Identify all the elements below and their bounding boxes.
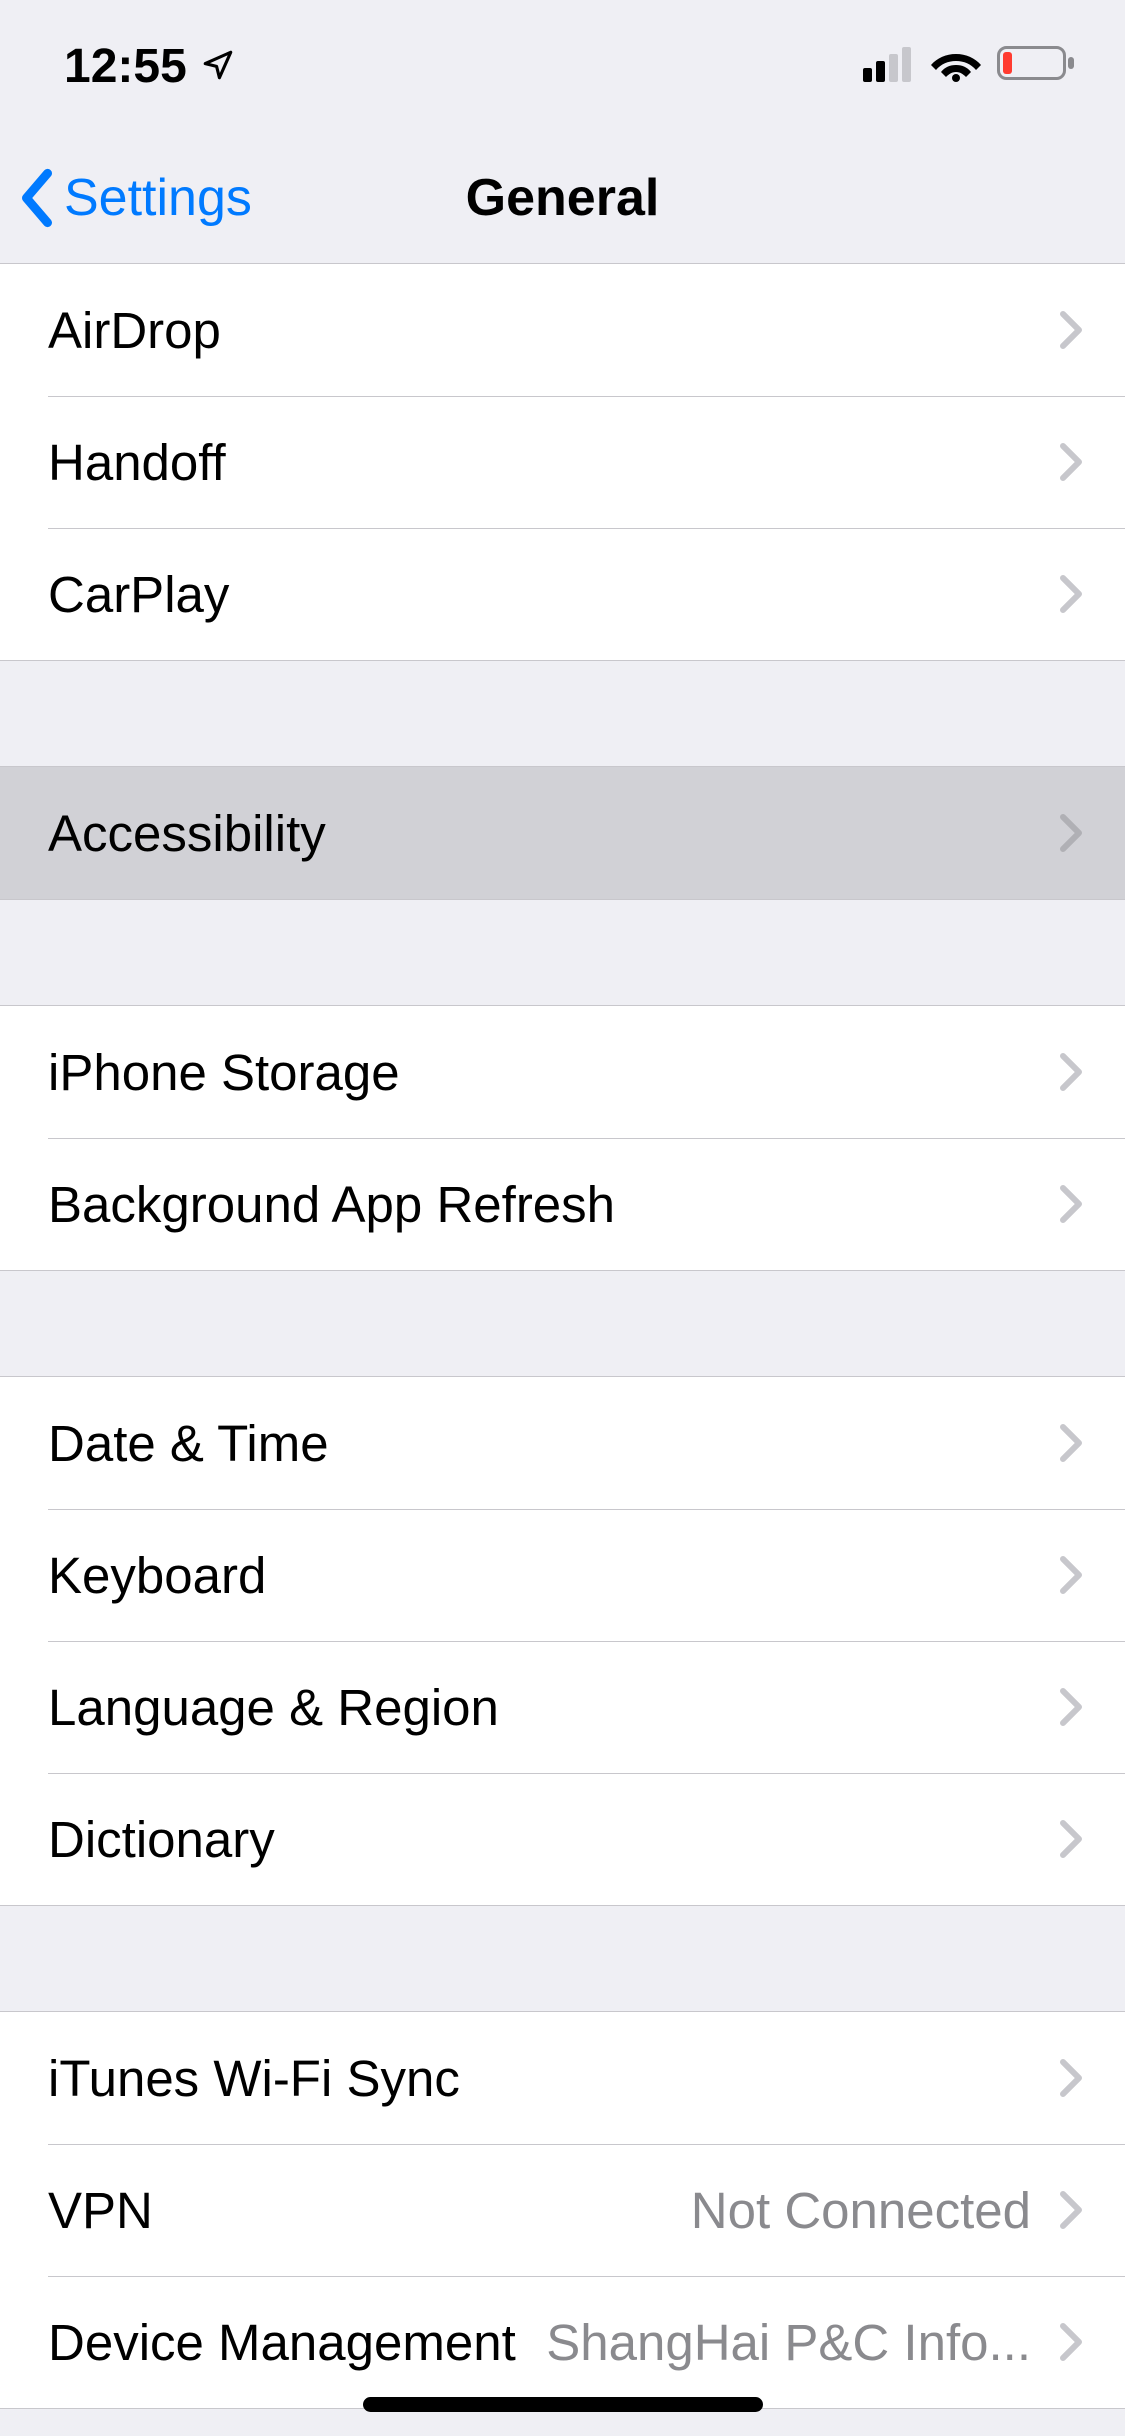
row-label: iPhone Storage: [48, 1043, 400, 1102]
row-label: Keyboard: [48, 1546, 266, 1605]
home-indicator[interactable]: [363, 2397, 763, 2412]
status-right: [863, 39, 1077, 94]
row-label: Dictionary: [48, 1810, 275, 1869]
chevron-right-icon: [1059, 442, 1083, 482]
settings-row-date-time[interactable]: Date & Time: [0, 1377, 1125, 1509]
row-label: AirDrop: [48, 301, 221, 360]
chevron-right-icon: [1059, 1555, 1083, 1595]
row-label: VPN: [48, 2181, 153, 2240]
settings-row-itunes-wifi-sync[interactable]: iTunes Wi-Fi Sync: [0, 2012, 1125, 2144]
settings-row-background-app-refresh[interactable]: Background App Refresh: [0, 1138, 1125, 1270]
row-label: iTunes Wi-Fi Sync: [48, 2049, 460, 2108]
chevron-right-icon: [1059, 2190, 1083, 2230]
row-label: Language & Region: [48, 1678, 499, 1737]
settings-row-iphone-storage[interactable]: iPhone Storage: [0, 1006, 1125, 1138]
cellular-icon: [863, 39, 915, 94]
row-label: Device Management: [48, 2313, 516, 2372]
settings-row-device-management[interactable]: Device Management ShangHai P&C Info...: [0, 2276, 1125, 2408]
chevron-right-icon: [1059, 2322, 1083, 2362]
row-label: Accessibility: [48, 804, 326, 863]
wifi-icon: [931, 39, 981, 94]
location-icon: [201, 39, 235, 94]
nav-title: General: [466, 168, 660, 228]
settings-row-dictionary[interactable]: Dictionary: [0, 1773, 1125, 1905]
row-label: CarPlay: [48, 565, 229, 624]
chevron-right-icon: [1059, 813, 1083, 853]
list-group: Date & Time Keyboard Language & Region D…: [0, 1376, 1125, 1906]
chevron-right-icon: [1059, 1819, 1083, 1859]
battery-icon: [997, 39, 1077, 94]
settings-row-handoff[interactable]: Handoff: [0, 396, 1125, 528]
row-detail: ShangHai P&C Info...: [534, 2313, 1031, 2372]
settings-row-language-region[interactable]: Language & Region: [0, 1641, 1125, 1773]
list-group: iPhone Storage Background App Refresh: [0, 1005, 1125, 1271]
chevron-left-icon: [18, 168, 56, 228]
settings-row-carplay[interactable]: CarPlay: [0, 528, 1125, 660]
settings-row-vpn[interactable]: VPN Not Connected: [0, 2144, 1125, 2276]
chevron-right-icon: [1059, 310, 1083, 350]
row-label: Date & Time: [48, 1414, 329, 1473]
list-group: iTunes Wi-Fi Sync VPN Not Connected Devi…: [0, 2011, 1125, 2409]
status-left: 12:55: [64, 39, 235, 94]
settings-row-keyboard[interactable]: Keyboard: [0, 1509, 1125, 1641]
status-time: 12:55: [64, 39, 187, 94]
row-detail: Not Connected: [171, 2181, 1031, 2240]
chevron-right-icon: [1059, 1687, 1083, 1727]
chevron-right-icon: [1059, 574, 1083, 614]
nav-bar: Settings General: [0, 132, 1125, 264]
chevron-right-icon: [1059, 1184, 1083, 1224]
chevron-right-icon: [1059, 2058, 1083, 2098]
row-label: Background App Refresh: [48, 1175, 615, 1234]
chevron-right-icon: [1059, 1052, 1083, 1092]
settings-row-accessibility[interactable]: Accessibility: [0, 767, 1125, 899]
list-group: Accessibility: [0, 766, 1125, 900]
back-label: Settings: [64, 168, 252, 228]
list-group: AirDrop Handoff CarPlay: [0, 264, 1125, 661]
back-button[interactable]: Settings: [18, 168, 252, 228]
chevron-right-icon: [1059, 1423, 1083, 1463]
settings-row-airdrop[interactable]: AirDrop: [0, 264, 1125, 396]
status-bar: 12:55: [0, 0, 1125, 132]
row-label: Handoff: [48, 433, 226, 492]
